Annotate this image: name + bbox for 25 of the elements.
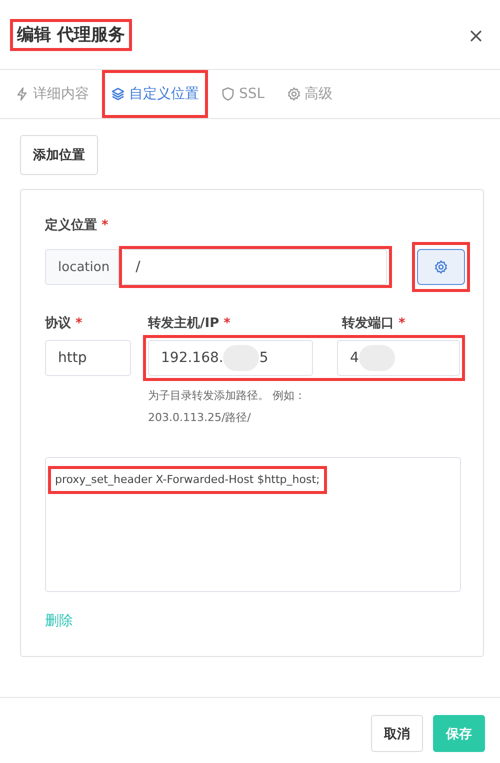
hint-text: 为子目录转发添加路径。 例如：203.0.113.25/路径/ bbox=[147, 388, 306, 426]
config-text: proxy_set_header X-Forwarded-Host $http_host; bbox=[54, 472, 321, 488]
tab[interactable]: 自定义位置 bbox=[105, 73, 205, 115]
host-value: 5 bbox=[259, 350, 268, 366]
lightning-icon bbox=[15, 87, 29, 101]
field-label: 定义位置 * bbox=[45, 216, 110, 234]
location-prefix: location bbox=[45, 249, 119, 285]
port-field[interactable]: 4 bbox=[337, 340, 460, 376]
host-field[interactable]: 192.168. 5 bbox=[148, 340, 313, 376]
host-value: 192.168. bbox=[161, 350, 224, 366]
field-label: 转发主机/IP * bbox=[148, 314, 232, 332]
port-value: 4 bbox=[350, 350, 359, 366]
location-field[interactable]: / bbox=[124, 249, 387, 285]
field-label: 协议 * bbox=[45, 314, 84, 332]
settings-icon bbox=[434, 260, 448, 274]
layers-icon bbox=[111, 87, 125, 101]
add-location-button[interactable]: 添加位置 bbox=[20, 135, 98, 175]
protocol-field[interactable]: http bbox=[45, 340, 131, 376]
field-label: 转发端口 * bbox=[342, 315, 406, 332]
gear-icon bbox=[286, 87, 301, 101]
shield-icon bbox=[221, 87, 235, 101]
settings-button[interactable] bbox=[416, 249, 465, 285]
dialog-title: 编辑 代理服务 bbox=[17, 24, 125, 46]
config-textarea[interactable]: proxy_set_header X-Forwarded-Host $http_host; bbox=[45, 457, 461, 592]
cancel-button[interactable]: 取消 bbox=[371, 715, 423, 752]
